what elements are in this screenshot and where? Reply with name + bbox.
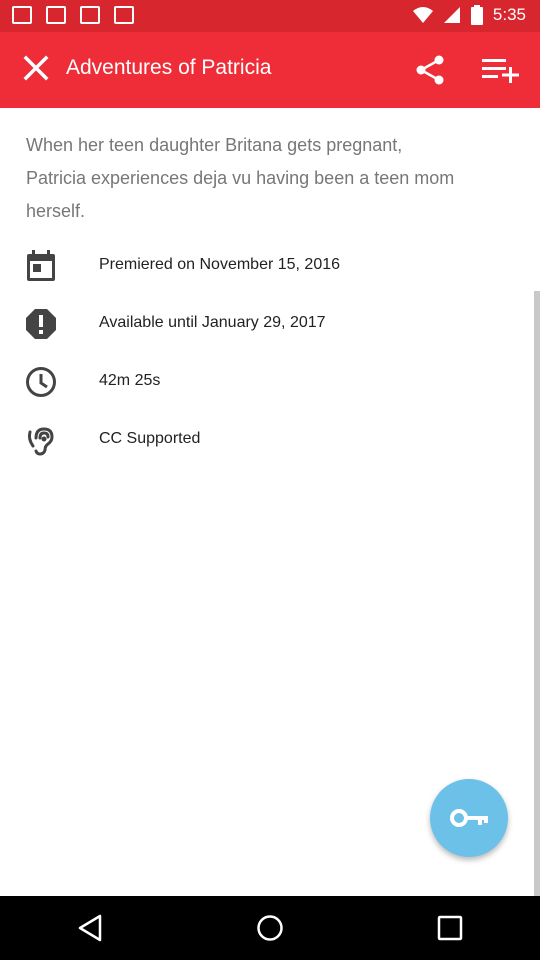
status-right: 5:35 bbox=[412, 5, 526, 25]
home-icon bbox=[257, 915, 283, 941]
playlist-add-icon bbox=[482, 59, 519, 83]
page-title: Adventures of Patricia bbox=[66, 56, 272, 79]
wifi-icon bbox=[412, 7, 433, 23]
calendar-icon bbox=[24, 249, 58, 283]
playlist-add-button[interactable] bbox=[478, 48, 526, 92]
close-button[interactable] bbox=[16, 48, 56, 88]
notification-icon bbox=[114, 6, 134, 24]
app-bar: Adventures of Patricia bbox=[0, 32, 540, 108]
duration-text: 42m 25s bbox=[99, 372, 161, 389]
availability-text: Available until January 29, 2017 bbox=[99, 314, 326, 331]
notification-icon bbox=[12, 6, 32, 24]
battery-icon bbox=[470, 5, 483, 25]
recents-button[interactable] bbox=[420, 898, 480, 958]
episode-description: When her teen daughter Britana gets preg… bbox=[26, 135, 455, 221]
captions-text: CC Supported bbox=[99, 430, 201, 447]
back-button[interactable] bbox=[60, 898, 120, 958]
info-row-premiered: Premiered on November 15, 2016 bbox=[0, 247, 540, 287]
hearing-icon bbox=[24, 423, 58, 457]
share-button[interactable] bbox=[408, 48, 452, 92]
info-row-availability: Available until January 29, 2017 bbox=[0, 305, 540, 345]
signal-icon bbox=[443, 7, 460, 23]
notification-icon bbox=[80, 6, 100, 24]
recents-icon bbox=[437, 915, 463, 941]
notification-icon bbox=[46, 6, 66, 24]
navigation-bar bbox=[0, 896, 540, 960]
clock-icon bbox=[24, 365, 58, 399]
key-fab-button[interactable] bbox=[430, 779, 508, 857]
scrollbar[interactable] bbox=[534, 291, 540, 897]
home-button[interactable] bbox=[240, 898, 300, 958]
content: When her teen daughter Britana gets preg… bbox=[0, 108, 540, 897]
key-icon bbox=[450, 809, 488, 827]
close-icon bbox=[23, 55, 49, 81]
premiered-text: Premiered on November 15, 2016 bbox=[99, 256, 341, 273]
back-icon bbox=[78, 914, 102, 942]
share-icon bbox=[416, 55, 444, 85]
info-row-duration: 42m 25s bbox=[0, 363, 540, 403]
status-time: 5:35 bbox=[492, 5, 526, 24]
info-row-captions: CC Supported bbox=[0, 421, 540, 461]
notification-icons bbox=[12, 6, 134, 24]
status-bar: 5:35 bbox=[0, 0, 540, 32]
alert-icon bbox=[24, 307, 58, 341]
